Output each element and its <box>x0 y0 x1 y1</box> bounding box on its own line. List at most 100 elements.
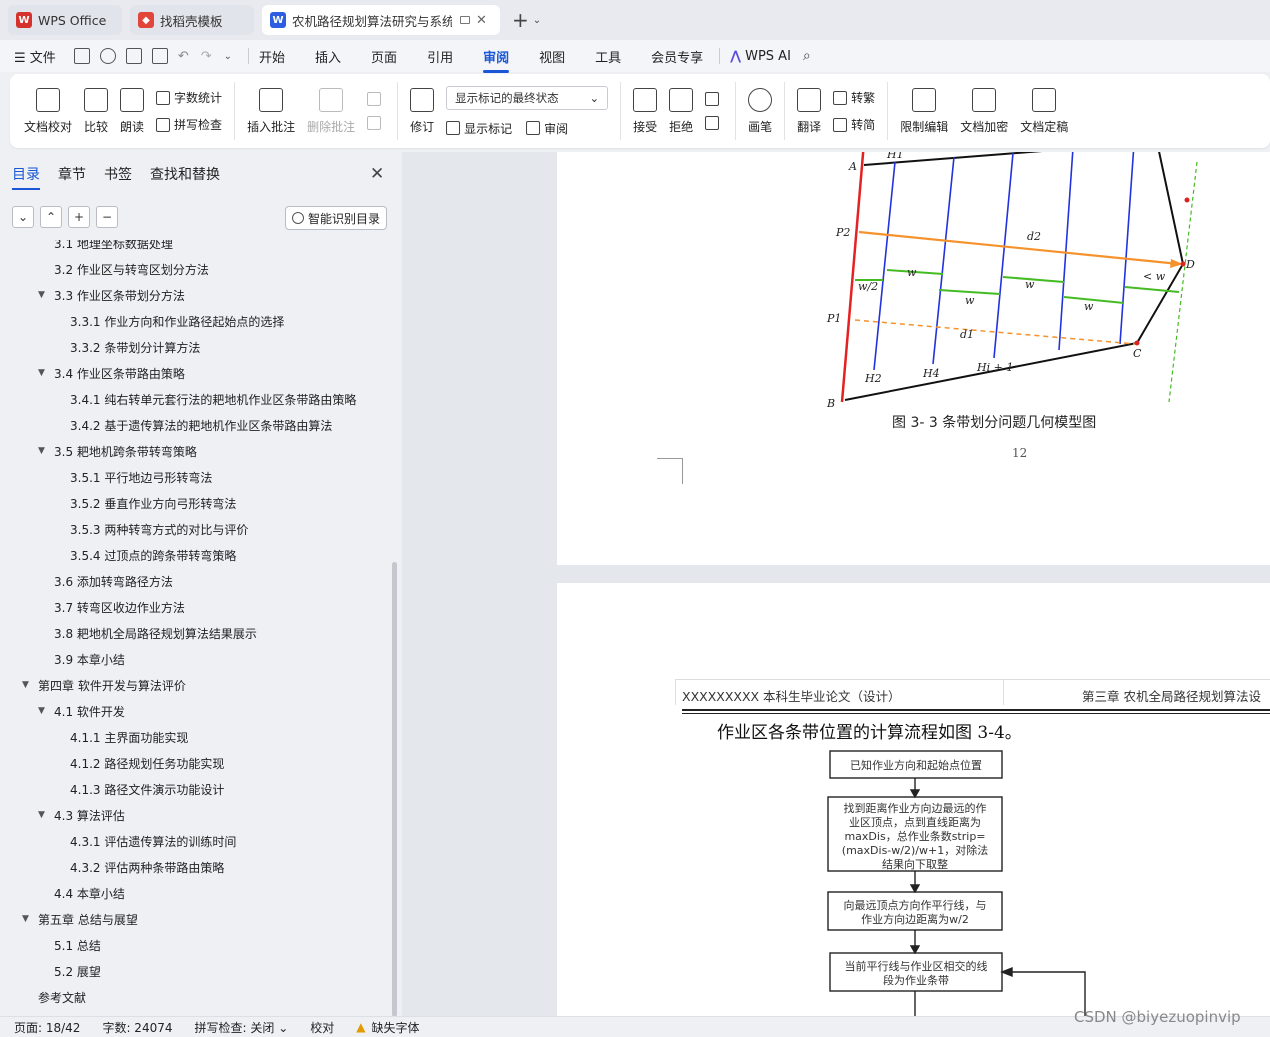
tab-find-replace[interactable]: 查找和替换 <box>150 164 220 184</box>
insert-comment-button[interactable]: 插入批注 <box>247 87 295 135</box>
add-icon[interactable]: + <box>68 206 90 228</box>
restrict-edit-button[interactable]: 限制编辑 <box>900 87 948 135</box>
tab-bookmarks[interactable]: 书签 <box>104 164 132 184</box>
smart-toc-button[interactable]: 智能识别目录 <box>285 206 388 230</box>
toc-item[interactable]: 4.4 本章小结 <box>54 880 125 906</box>
menu-reference[interactable]: 引用 <box>427 47 453 66</box>
menu-wps-ai[interactable]: WPS AI <box>745 49 791 64</box>
new-tab-icon[interactable]: + <box>512 8 529 32</box>
prev-change-button[interactable] <box>705 92 723 106</box>
toc-item[interactable]: 4.1.1 主界面功能实现 <box>70 724 188 750</box>
print-icon[interactable] <box>125 48 142 64</box>
accept-button[interactable]: 接受 <box>633 87 657 135</box>
to-traditional-button[interactable]: 转繁 <box>833 89 875 106</box>
search-icon[interactable]: ⌕ <box>803 48 811 64</box>
toc-item[interactable]: 4.3.1 评估遗传算法的训练时间 <box>70 828 236 854</box>
toc-item[interactable]: 4.3.2 评估两种条带路由策略 <box>70 854 224 880</box>
spell-check-status[interactable]: 拼写检查: 关闭 ⌄ <box>195 1019 289 1036</box>
proofread-status[interactable]: 校对 <box>310 1019 334 1036</box>
remove-icon[interactable]: − <box>96 206 118 228</box>
expand-arrow-icon[interactable]: ▼ <box>38 810 54 820</box>
markup-state-dropdown[interactable]: 显示标记的最终状态 ⌄ <box>446 85 609 110</box>
redo-icon[interactable]: ↷ <box>201 49 212 64</box>
toc-item[interactable]: 3.4.1 纯右转单元套行法的耙地机作业区条带路由策略 <box>70 386 356 412</box>
close-icon[interactable]: ✕ <box>476 13 487 28</box>
translate-button[interactable]: 翻译 <box>797 87 821 135</box>
encrypt-button[interactable]: 文档加密 <box>960 87 1008 135</box>
missing-font-status[interactable]: 缺失字体 <box>372 1019 420 1036</box>
toc-item[interactable]: ▼ 4.1 软件开发 <box>38 698 125 724</box>
share-icon[interactable] <box>99 48 116 64</box>
toc-item[interactable]: 3.4.2 基于遗传算法的耙地机作业区条带路由算法 <box>70 412 332 438</box>
toc-item[interactable]: 3.3.2 条带划分计算方法 <box>70 334 200 360</box>
expand-arrow-icon[interactable]: ▼ <box>38 368 54 378</box>
toc-item[interactable]: ▼ 第四章 软件开发与算法评价 <box>22 672 186 698</box>
compare-button[interactable]: 比较 <box>84 87 108 135</box>
toc-item[interactable]: 4.1.3 路径文件演示功能设计 <box>70 776 224 802</box>
expand-down-icon[interactable]: ⌄ <box>12 206 34 228</box>
tab-chapters[interactable]: 章节 <box>58 164 86 184</box>
tab-toc[interactable]: 目录 <box>12 164 40 190</box>
tab-template[interactable]: ◆ 找稻壳模板 <box>130 5 254 35</box>
chevron-down-icon[interactable]: ⌄ <box>224 51 232 62</box>
next-comment-button[interactable] <box>367 116 385 130</box>
show-markup-button[interactable]: 显示标记 <box>446 120 512 137</box>
toc-item[interactable]: ▼ 3.4 作业区条带路由策略 <box>38 360 185 386</box>
toc-item[interactable]: 3.5.3 两种转弯方式的对比与评价 <box>70 516 248 542</box>
toc-item[interactable]: 3.9 本章小结 <box>54 646 125 672</box>
toc-item[interactable]: 3.5.2 垂直作业方向弓形转弯法 <box>70 490 236 516</box>
doc-check-button[interactable]: 文档校对 <box>24 87 72 135</box>
finalize-button[interactable]: 文档定稿 <box>1020 87 1068 135</box>
revise-button[interactable]: 修订 <box>410 87 434 135</box>
toc-item[interactable]: 3.3.1 作业方向和作业路径起始点的选择 <box>70 308 284 334</box>
expand-arrow-icon[interactable]: ▼ <box>38 446 54 456</box>
document-page[interactable]: A B C D P1 P2 H1 H2 H4 Hi + 1 d1 d2 w/2 … <box>557 152 1270 565</box>
word-count-indicator[interactable]: 字数: 24074 <box>102 1019 172 1036</box>
toc-item[interactable]: 3.5.4 过顶点的跨条带转弯策略 <box>70 542 236 568</box>
menu-file[interactable]: ☰ 文件 <box>14 47 56 66</box>
tab-document[interactable]: W 农机路径规划算法研究与系统 ✕ <box>262 5 500 35</box>
menu-insert[interactable]: 插入 <box>315 47 341 66</box>
next-change-button[interactable] <box>705 116 723 130</box>
toc-item[interactable]: ▼ 4.3 算法评估 <box>38 802 125 828</box>
reject-button[interactable]: 拒绝 <box>669 87 693 135</box>
close-icon[interactable]: ✕ <box>370 164 384 184</box>
to-simplified-button[interactable]: 转简 <box>833 116 875 133</box>
expand-arrow-icon[interactable]: ▼ <box>22 680 38 690</box>
expand-arrow-icon[interactable]: ▼ <box>22 914 38 924</box>
window-icon[interactable] <box>460 16 470 24</box>
toc-item[interactable]: 3.7 转弯区收边作业方法 <box>54 594 185 620</box>
expand-arrow-icon[interactable]: ▼ <box>38 706 54 716</box>
toc-item[interactable]: ▼ 3.3 作业区条带划分方法 <box>38 282 185 308</box>
expand-arrow-icon[interactable]: ▼ <box>38 290 54 300</box>
menu-tools[interactable]: 工具 <box>595 47 621 66</box>
menu-review[interactable]: 审阅 <box>483 47 510 73</box>
toc-item[interactable]: 3.6 添加转弯路径方法 <box>54 568 173 594</box>
menu-home[interactable]: 开始 <box>259 47 285 66</box>
prev-comment-button[interactable] <box>367 92 385 106</box>
menu-page[interactable]: 页面 <box>371 47 397 66</box>
undo-icon[interactable]: ↶ <box>178 49 189 64</box>
save-icon[interactable] <box>73 48 90 64</box>
print-preview-icon[interactable] <box>151 48 168 64</box>
toc-item[interactable]: 3.8 耙地机全局路径规划算法结果展示 <box>54 620 257 646</box>
toc-item[interactable]: 3.2 作业区与转弯区划分方法 <box>54 256 209 282</box>
toc-scrollbar[interactable] <box>392 562 397 1017</box>
toc-item[interactable]: 5.2 展望 <box>54 958 101 984</box>
toc-item[interactable]: ▼ 第五章 总结与展望 <box>22 906 138 932</box>
toc-item[interactable]: 3.1 地理坐标数据处理 <box>54 240 173 256</box>
toc-item[interactable]: 3.5.1 平行地边弓形转弯法 <box>70 464 212 490</box>
chevron-down-icon[interactable]: ⌄ <box>533 15 541 26</box>
read-aloud-button[interactable]: 朗读 <box>120 87 144 135</box>
toc-item[interactable]: ▼ 3.5 耙地机跨条带转弯策略 <box>38 438 197 464</box>
pen-button[interactable]: 画笔 <box>748 87 772 135</box>
page-indicator[interactable]: 页面: 18/42 <box>14 1019 80 1036</box>
delete-comment-button[interactable]: 删除批注 <box>307 87 355 135</box>
review-pane-button[interactable]: 审阅 <box>526 120 568 137</box>
menu-member[interactable]: 会员专享 <box>651 47 703 66</box>
toc-item[interactable]: 5.1 总结 <box>54 932 101 958</box>
collapse-up-icon[interactable]: ⌃ <box>40 206 62 228</box>
toc-item[interactable]: 参考文献 <box>38 984 86 1010</box>
toc-item[interactable]: 4.1.2 路径规划任务功能实现 <box>70 750 224 776</box>
word-count-button[interactable]: 字数统计 <box>156 89 222 106</box>
